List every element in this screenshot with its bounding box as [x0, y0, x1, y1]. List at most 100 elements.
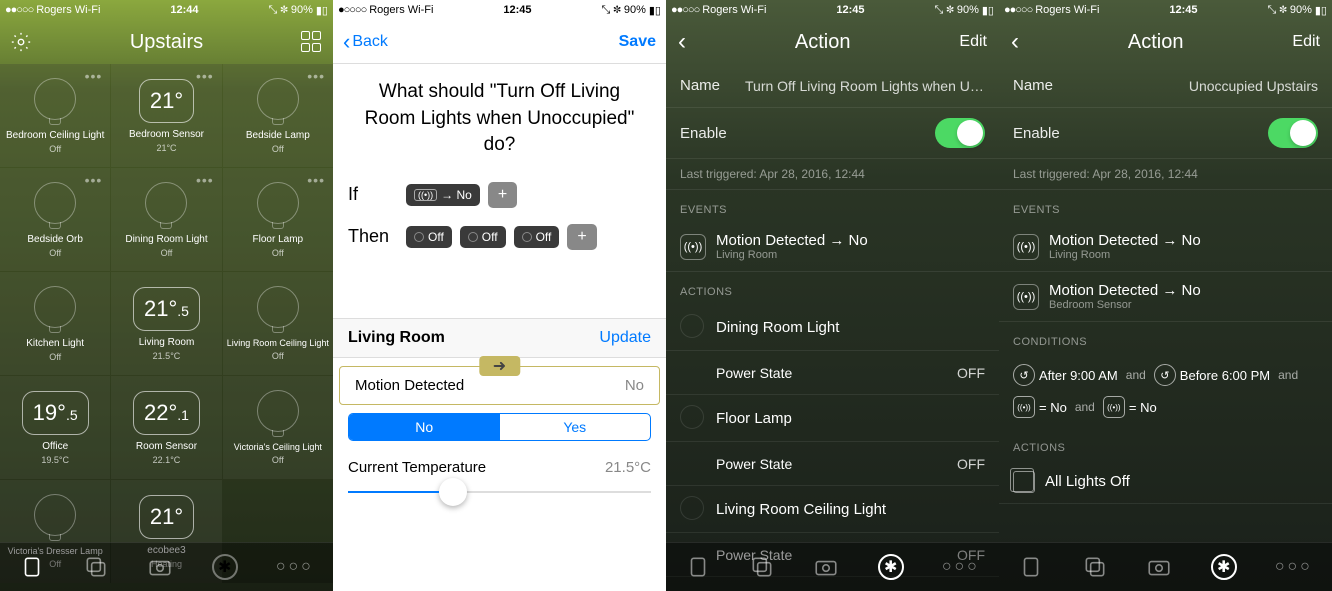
page-title: Action: [795, 31, 851, 54]
tile[interactable]: Victoria's Ceiling LightOff: [223, 376, 333, 479]
conditions-row[interactable]: ↺After 9:00 AM and ↺Before 6:00 PM and: [999, 354, 1332, 396]
bulb-icon: [34, 286, 76, 328]
more-tab-icon[interactable]: ○○○: [942, 558, 980, 576]
event-row[interactable]: ((•))Motion Detected → NoBedroom Sensor: [999, 272, 1332, 322]
action-device-row[interactable]: Dining Room Light: [666, 304, 999, 351]
events-header: EVENTS: [999, 190, 1332, 222]
tile[interactable]: •••Floor LampOff: [223, 168, 333, 271]
more-icon[interactable]: •••: [196, 172, 214, 188]
more-icon[interactable]: •••: [85, 172, 103, 188]
last-triggered: Last triggered: Apr 28, 2016, 12:44: [666, 159, 999, 190]
bulb-icon: [680, 405, 706, 431]
header: ‹ Action Edit: [999, 20, 1332, 64]
then-action-tag[interactable]: Off: [460, 226, 506, 248]
camera-tab-icon[interactable]: [1146, 554, 1172, 580]
temp-display: 21°: [139, 79, 194, 123]
tabbar: ○○○: [999, 542, 1332, 591]
temperature-slider[interactable]: [348, 491, 651, 493]
more-icon[interactable]: •••: [307, 68, 325, 84]
tile[interactable]: •••Dining Room LightOff: [111, 168, 221, 271]
temp-display: 21°.5: [133, 287, 200, 331]
back-button[interactable]: ‹: [678, 28, 686, 56]
enable-row: Enable: [999, 108, 1332, 159]
bulb-icon: [680, 314, 706, 340]
if-condition-tag[interactable]: ((•))→ No: [406, 184, 480, 206]
actions-header: ACTIONS: [999, 428, 1332, 460]
condition-chip[interactable]: ↺After 9:00 AM: [1013, 364, 1118, 386]
bulb-icon: [680, 496, 706, 522]
segmented-control[interactable]: No Yes: [348, 413, 651, 441]
tile[interactable]: •••21°Bedroom Sensor21°C: [111, 64, 221, 167]
event-row[interactable]: ((•))Motion Detected → NoLiving Room: [999, 222, 1332, 272]
automation-tab-icon[interactable]: [878, 554, 904, 580]
rule-question: What should "Turn Off Living Room Lights…: [333, 64, 666, 174]
tile[interactable]: Kitchen LightOff: [0, 272, 110, 375]
segment-yes[interactable]: Yes: [500, 414, 651, 440]
tile[interactable]: 21°.5Living Room21.5°C: [111, 272, 221, 375]
more-icon[interactable]: •••: [196, 68, 214, 84]
more-icon[interactable]: •••: [307, 172, 325, 188]
condition-chip[interactable]: ((•))= No: [1013, 396, 1067, 418]
then-row: Then Off Off Off +: [333, 216, 666, 258]
action-device-row[interactable]: Floor Lamp: [666, 395, 999, 442]
conditions-header: CONDITIONS: [999, 322, 1332, 354]
event-row[interactable]: ((•)) Motion Detected → NoLiving Room: [666, 222, 999, 272]
tile[interactable]: •••Bedroom Ceiling LightOff: [0, 64, 110, 167]
more-tab-icon[interactable]: ○○○: [1275, 558, 1313, 576]
motion-trigger-row[interactable]: ➜ Motion Detected No: [339, 366, 660, 405]
update-button[interactable]: Update: [599, 329, 651, 347]
rooms-tab-icon[interactable]: [19, 554, 45, 580]
tile[interactable]: 19°.5Office19.5°C: [0, 376, 110, 479]
motion-icon: ((•)): [680, 234, 706, 260]
temperature-row: Current Temperature 21.5°C: [333, 449, 666, 486]
enable-toggle[interactable]: [1268, 118, 1318, 148]
camera-tab-icon[interactable]: [813, 554, 839, 580]
scenes-tab-icon[interactable]: [1082, 554, 1108, 580]
scenes-tab-icon[interactable]: [83, 554, 109, 580]
enable-toggle[interactable]: [935, 118, 985, 148]
scene-row[interactable]: All Lights Off: [999, 460, 1332, 504]
add-condition-button[interactable]: +: [488, 182, 517, 208]
tile[interactable]: Living Room Ceiling LightOff: [223, 272, 333, 375]
edit-button[interactable]: Edit: [959, 33, 987, 51]
clock-icon: ↺: [1013, 364, 1035, 386]
scene-icon: [1013, 471, 1035, 493]
header: Upstairs: [0, 20, 333, 64]
automation-tab-icon[interactable]: [212, 554, 238, 580]
name-row[interactable]: NameUnoccupied Upstairs: [999, 64, 1332, 108]
motion-icon: ((•)): [1013, 284, 1039, 310]
motion-icon: ((•)): [1103, 396, 1125, 418]
back-button[interactable]: ‹Back: [343, 29, 388, 55]
actions-header: ACTIONS: [666, 272, 999, 304]
bulb-icon: [257, 286, 299, 328]
scenes-tab-icon[interactable]: [749, 554, 775, 580]
last-triggered: Last triggered: Apr 28, 2016, 12:44: [999, 159, 1332, 190]
screen-action-1: ●●○○○Rogers Wi-Fi 12:45 ⤡ ✽90%▮▯ ‹ Actio…: [666, 0, 999, 591]
layout-icon[interactable]: [301, 31, 323, 53]
more-tab-icon[interactable]: ○○○: [276, 558, 314, 576]
bulb-icon: [257, 182, 299, 224]
conditions-row[interactable]: ((•))= No and ((•))= No: [999, 396, 1332, 428]
tile[interactable]: •••Bedside OrbOff: [0, 168, 110, 271]
more-icon[interactable]: •••: [85, 68, 103, 84]
tile[interactable]: •••Bedside LampOff: [223, 64, 333, 167]
gear-icon[interactable]: [10, 31, 32, 53]
condition-chip[interactable]: ((•))= No: [1103, 396, 1157, 418]
automation-tab-icon[interactable]: [1211, 554, 1237, 580]
edit-button[interactable]: Edit: [1292, 33, 1320, 51]
back-button[interactable]: ‹: [1011, 28, 1019, 56]
tile[interactable]: 22°.1Room Sensor22.1°C: [111, 376, 221, 479]
segment-no[interactable]: No: [349, 414, 500, 440]
bulb-icon: [257, 390, 299, 432]
save-button[interactable]: Save: [619, 33, 656, 51]
condition-chip[interactable]: ↺Before 6:00 PM: [1154, 364, 1270, 386]
then-action-tag[interactable]: Off: [514, 226, 560, 248]
then-action-tag[interactable]: Off: [406, 226, 452, 248]
rooms-tab-icon[interactable]: [685, 554, 711, 580]
action-device-row[interactable]: Living Room Ceiling Light: [666, 486, 999, 533]
screen-action-2: ●●○○○Rogers Wi-Fi 12:45 ⤡ ✽90%▮▯ ‹ Actio…: [999, 0, 1332, 591]
camera-tab-icon[interactable]: [147, 554, 173, 580]
add-action-button[interactable]: +: [567, 224, 596, 250]
name-row[interactable]: NameTurn Off Living Room Lights when Uno…: [666, 64, 999, 108]
rooms-tab-icon[interactable]: [1018, 554, 1044, 580]
